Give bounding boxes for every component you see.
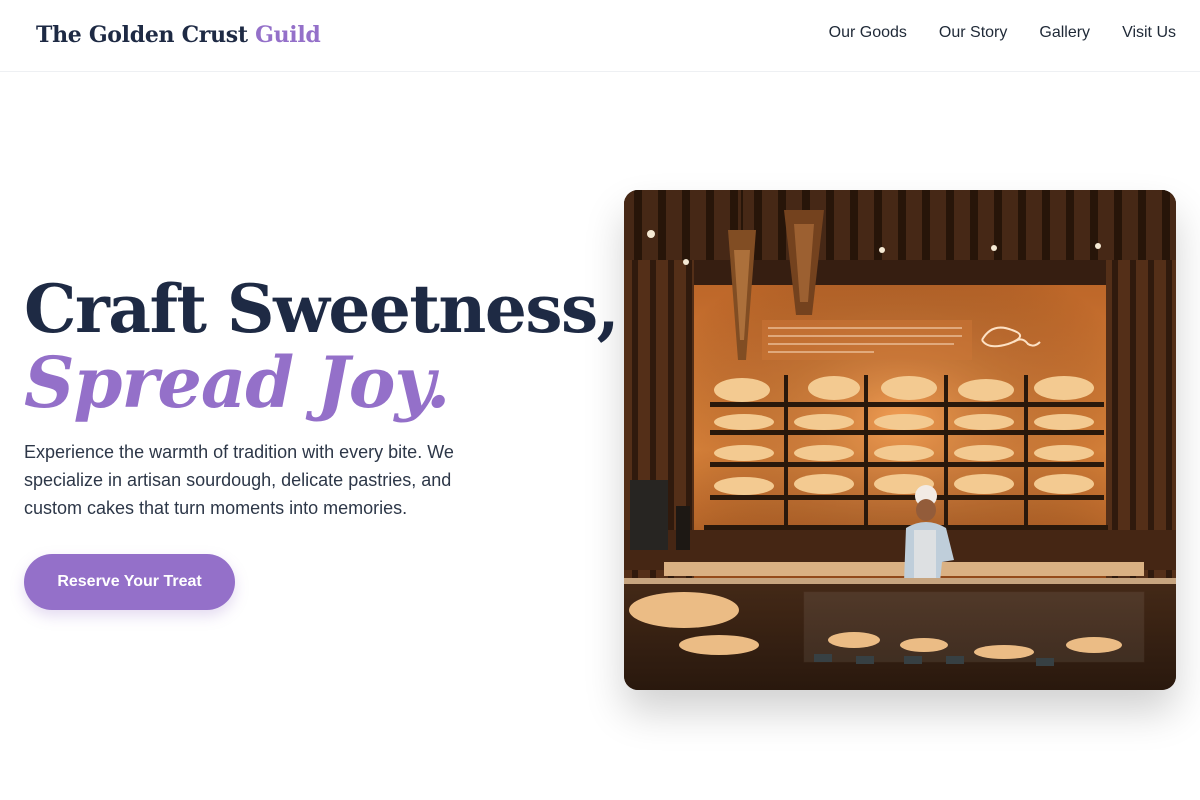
bakery-illustration xyxy=(624,190,1176,690)
hero-headline: Craft Sweetness, Spread Joy. xyxy=(24,270,620,424)
nav-link-gallery[interactable]: Gallery xyxy=(1039,24,1090,42)
brand-logo[interactable]: The Golden Crust Guild xyxy=(36,22,321,48)
nav-link-our-story[interactable]: Our Story xyxy=(939,24,1007,42)
brand-name-accent: Guild xyxy=(255,22,321,48)
bakery-hero-image xyxy=(624,190,1176,690)
nav-link-our-goods[interactable]: Our Goods xyxy=(829,24,907,42)
main-nav: Our Goods Our Story Gallery Visit Us xyxy=(829,24,1176,42)
brand-name: The Golden Crust xyxy=(36,22,248,48)
nav-link-visit-us[interactable]: Visit Us xyxy=(1122,24,1176,42)
headline-line-1: Craft Sweetness, xyxy=(24,270,620,348)
headline-line-2: Spread Joy. xyxy=(24,341,450,424)
hero-description: Experience the warmth of tradition with … xyxy=(24,442,454,518)
site-header: The Golden Crust Guild Our Goods Our Sto… xyxy=(0,0,1200,72)
reserve-treat-button[interactable]: Reserve Your Treat xyxy=(24,554,235,610)
